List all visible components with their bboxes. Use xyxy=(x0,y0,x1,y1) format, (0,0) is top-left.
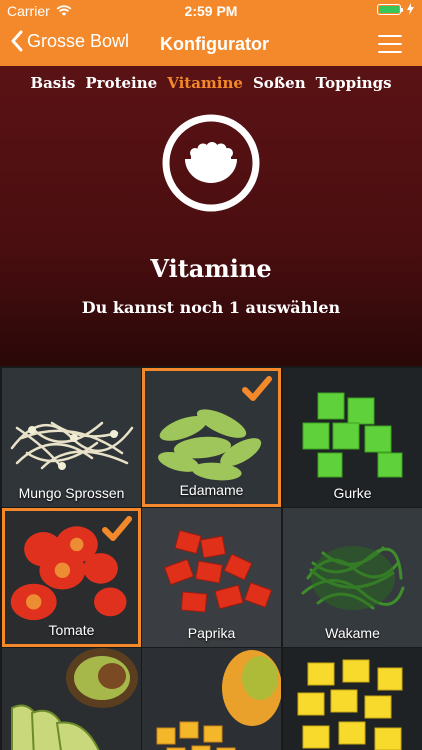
hamburger-line xyxy=(378,35,402,37)
checkmark-icon xyxy=(102,516,132,541)
ingredient-tile-mungo-sprossen[interactable]: Mungo Sprossen xyxy=(2,368,141,507)
pineapple-image xyxy=(283,648,422,750)
checkmark-icon xyxy=(242,376,272,401)
ingredient-tile-avocado[interactable] xyxy=(2,648,141,750)
section-header: Basis Proteine Vitamine Soßen Toppings V… xyxy=(0,66,422,366)
ingredient-tile-paprika[interactable]: Paprika xyxy=(142,508,281,647)
charging-icon xyxy=(407,3,414,15)
ingredient-tile-pineapple[interactable] xyxy=(283,648,422,750)
ingredient-label: Gurke xyxy=(333,485,372,501)
menu-button[interactable] xyxy=(378,35,402,53)
hamburger-line xyxy=(378,43,402,45)
ingredient-tile-wakame[interactable]: Wakame xyxy=(283,508,422,647)
avocado-image xyxy=(2,648,141,750)
ingredient-tile-mango[interactable] xyxy=(142,648,281,750)
ingredient-label: Mungo Sprossen xyxy=(18,485,125,501)
ingredient-label: Tomate xyxy=(48,622,95,638)
tab-toppings[interactable]: Toppings xyxy=(316,74,392,92)
mango-image xyxy=(142,648,281,750)
section-title: Vitamine xyxy=(150,254,272,283)
hamburger-line xyxy=(378,51,402,53)
tab-proteine[interactable]: Proteine xyxy=(85,74,157,92)
status-bar: Carrier 2:59 PM xyxy=(0,0,422,22)
back-button[interactable]: Grosse Bowl xyxy=(10,30,129,52)
nav-title: Konfigurator xyxy=(160,34,269,54)
back-label: Grosse Bowl xyxy=(27,30,130,51)
battery-group xyxy=(377,3,414,15)
ingredient-label: Edamame xyxy=(179,482,244,498)
selection-hint: Du kannst noch 1 auswählen xyxy=(81,298,341,317)
ingredient-grid: Mungo Sprossen Edamame Gurke Tomate Papr… xyxy=(0,366,422,750)
ingredient-tile-tomate[interactable]: Tomate xyxy=(2,508,141,647)
ingredient-tile-gurke[interactable]: Gurke xyxy=(283,368,422,507)
tab-vitamine[interactable]: Vitamine xyxy=(167,74,243,92)
ingredient-label: Wakame xyxy=(325,625,380,641)
ingredient-label: Paprika xyxy=(187,625,236,641)
tab-basis[interactable]: Basis xyxy=(30,74,75,92)
ingredient-tile-edamame[interactable]: Edamame xyxy=(142,368,281,507)
battery-icon xyxy=(377,3,403,15)
bowl-icon xyxy=(162,114,260,212)
clock: 2:59 PM xyxy=(184,3,238,19)
tab-sossen[interactable]: Soßen xyxy=(253,74,306,92)
category-tabs: Basis Proteine Vitamine Soßen Toppings xyxy=(0,74,422,92)
chevron-left-icon xyxy=(11,30,23,52)
navigation-bar: Grosse Bowl Konfigurator xyxy=(0,22,422,66)
